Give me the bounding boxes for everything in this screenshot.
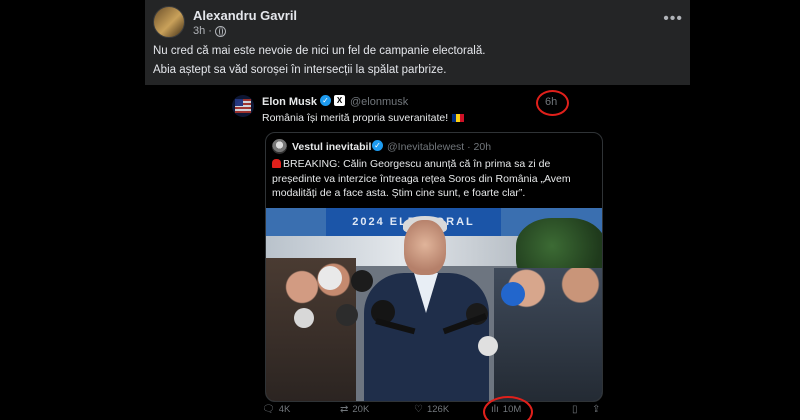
quote-text: BREAKING: Călin Georgescu anunță că în p… <box>272 157 602 201</box>
quote-handle-time: @Inevitablewest · 20h <box>387 141 492 153</box>
repost-icon: ⇄ <box>340 404 349 415</box>
news-photo: 2024 ELECTORAL <box>266 208 602 401</box>
tweet-text: România își merită propria suveranitate! <box>262 112 465 124</box>
speaker-face <box>404 220 446 275</box>
share-icon: ⇪ <box>592 404 601 415</box>
reply-count: 4K <box>278 404 291 415</box>
tweet-handle: @elonmusk <box>350 96 409 108</box>
globe-icon <box>214 25 226 37</box>
reply-action[interactable]: 🗨 4K <box>262 404 290 415</box>
romania-flag-icon <box>452 114 465 122</box>
tweet-text-content: România își merită propria suveranitate! <box>262 112 449 124</box>
post-line-2: Abia aștept sa văd soroșei în intersecți… <box>153 64 447 76</box>
like-count: 126K <box>426 404 450 415</box>
quoted-tweet: Vestul inevitabil ✓ @Inevitablewest · 20… <box>265 132 603 402</box>
quote-avatar <box>272 139 287 154</box>
siren-icon <box>272 159 281 168</box>
embedded-tweet-screenshot[interactable]: Elon Musk ✓ X @elonmusk 6h ⁄I ··· Români… <box>145 85 690 420</box>
repost-count: 20K <box>352 404 370 415</box>
more-icon[interactable]: ••• <box>663 10 683 28</box>
bookmark-icon: ▯ <box>572 404 578 415</box>
repost-action[interactable]: ⇄ 20K <box>340 404 369 415</box>
verified-icon: ✓ <box>320 95 331 106</box>
x-badge-icon: X <box>334 95 345 106</box>
quote-author-name: Vestul inevitabil <box>292 141 372 153</box>
views-highlight-circle <box>483 396 533 420</box>
like-icon: ♡ <box>414 404 423 415</box>
facebook-post: Alexandru Gavril 3h · ••• Nu cred că mai… <box>145 0 690 420</box>
post-meta: 3h · <box>193 25 226 37</box>
tweet-avatar <box>232 95 254 117</box>
tweet-action-bar: 🗨 4K ⇄ 20K ♡ 126K ılı 10M ▯ ⇪ <box>262 404 607 418</box>
post-header: Alexandru Gavril 3h · ••• <box>153 6 683 40</box>
author-avatar[interactable] <box>153 6 185 38</box>
bookmark-action[interactable]: ▯ <box>572 404 578 415</box>
author-name[interactable]: Alexandru Gavril <box>193 8 297 23</box>
meta-separator: · <box>208 25 212 37</box>
share-action[interactable]: ⇪ <box>592 404 600 415</box>
post-text: Nu cred că mai este nevoie de nici un fe… <box>153 42 485 80</box>
quote-verified-icon: ✓ <box>372 140 383 151</box>
like-action[interactable]: ♡ 126K <box>414 404 449 415</box>
post-time[interactable]: 3h <box>193 25 205 37</box>
post-line-1: Nu cred că mai este nevoie de nici un fe… <box>153 45 486 57</box>
reply-icon: 🗨 <box>262 404 275 415</box>
time-highlight-circle <box>536 90 569 116</box>
tweet-author-name: Elon Musk <box>262 96 318 108</box>
quote-text-content: BREAKING: Călin Georgescu anunță că în p… <box>272 158 571 199</box>
